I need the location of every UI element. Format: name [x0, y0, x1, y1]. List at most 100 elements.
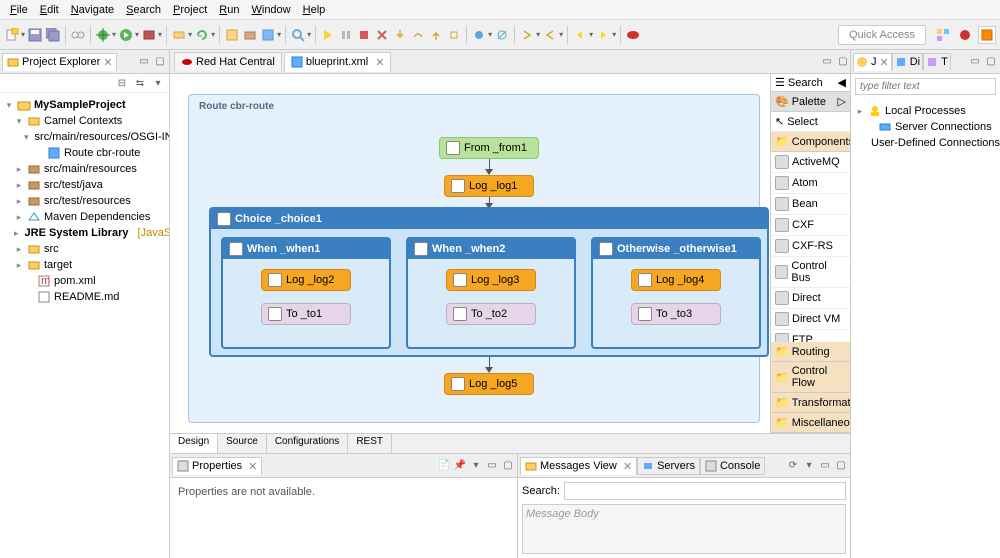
resume-icon[interactable]: [320, 27, 336, 43]
open-type-icon[interactable]: [224, 27, 240, 43]
node-to1[interactable]: To _to1: [261, 303, 351, 325]
menu-search[interactable]: Search: [120, 2, 167, 18]
palette-header[interactable]: 🎨Palette▷: [771, 92, 850, 112]
new-icon[interactable]: [4, 27, 20, 43]
pin-icon[interactable]: 📌: [453, 459, 467, 473]
tab-redhat-central[interactable]: Red Hat Central: [174, 52, 282, 71]
menu-project[interactable]: Project: [167, 2, 213, 18]
disconnect-icon[interactable]: [374, 27, 390, 43]
menu-window[interactable]: Window: [245, 2, 296, 18]
tree-folder[interactable]: ▸src/test/resources: [4, 193, 165, 209]
palette-item[interactable]: Control Bus: [771, 257, 850, 288]
debug-icon[interactable]: [95, 27, 111, 43]
tree-readme[interactable]: README.md: [4, 289, 165, 305]
palette-item[interactable]: CXF: [771, 215, 850, 236]
persp-fuse-icon[interactable]: [978, 26, 996, 44]
tree-camel-contexts[interactable]: ▾Camel Contexts: [4, 113, 165, 129]
close-icon[interactable]: ✕: [375, 56, 384, 69]
save-icon[interactable]: [27, 27, 43, 43]
node-when2[interactable]: When _when2 Log _log3 To _to2: [406, 237, 576, 349]
nav-next-icon[interactable]: [519, 27, 535, 43]
palette-item[interactable]: Bean: [771, 194, 850, 215]
view-menu-icon[interactable]: ▾: [802, 459, 816, 473]
messages-tab[interactable]: Messages View✕: [520, 457, 637, 475]
view-menu-icon[interactable]: ▾: [151, 76, 165, 90]
node-when1[interactable]: When _when1 Log _log2 To _to1: [221, 237, 391, 349]
palette-item[interactable]: Direct VM: [771, 309, 850, 330]
tree-route[interactable]: Route cbr-route: [4, 145, 165, 161]
drop-frame-icon[interactable]: [446, 27, 462, 43]
stop-icon[interactable]: [356, 27, 372, 43]
collapse-all-icon[interactable]: ⊟: [115, 76, 129, 90]
node-from[interactable]: From _from1: [439, 137, 539, 159]
tab-rest[interactable]: REST: [348, 434, 392, 453]
palette-misc-hdr[interactable]: 📁Miscellaneous: [771, 413, 850, 433]
link-icon[interactable]: [70, 27, 86, 43]
palette-routing-hdr[interactable]: 📁Routing: [771, 342, 850, 362]
open-perspective-icon[interactable]: [934, 26, 952, 44]
back-icon[interactable]: [572, 27, 588, 43]
route-canvas[interactable]: Route cbr-route From _from1 Log _log1 Ch…: [170, 74, 770, 433]
palette-select[interactable]: ↖Select: [771, 112, 850, 132]
tree-project[interactable]: ▾MySampleProject: [4, 97, 165, 113]
close-icon[interactable]: ✕: [103, 56, 112, 69]
tab-config[interactable]: Configurations: [267, 434, 348, 453]
menu-file[interactable]: File: [4, 2, 34, 18]
properties-tab[interactable]: Properties✕: [172, 457, 262, 475]
minimize-icon[interactable]: ▭: [137, 55, 151, 69]
tree-src[interactable]: ▸src: [4, 241, 165, 257]
node-otherwise[interactable]: Otherwise _otherwise1 Log _log4 To _to3: [591, 237, 761, 349]
save-all-icon[interactable]: [45, 27, 61, 43]
menu-run[interactable]: Run: [213, 2, 245, 18]
refresh-icon[interactable]: ⟳: [786, 459, 800, 473]
node-log3[interactable]: Log _log3: [446, 269, 536, 291]
fwd-icon[interactable]: [595, 27, 611, 43]
tab-design[interactable]: Design: [170, 434, 218, 453]
tree-target[interactable]: ▸target: [4, 257, 165, 273]
open-task-icon[interactable]: [260, 27, 276, 43]
project-explorer-tab[interactable]: Project Explorer ✕: [2, 53, 117, 71]
tab-source[interactable]: Source: [218, 434, 267, 453]
minimize-icon[interactable]: ▭: [820, 55, 834, 69]
palette-components-hdr[interactable]: 📁Components: [771, 132, 850, 152]
palette-transformation-hdr[interactable]: 📁Transformation: [771, 393, 850, 413]
node-log5[interactable]: Log _log5: [444, 373, 534, 395]
new-server-icon[interactable]: [171, 27, 187, 43]
filter-input[interactable]: [855, 78, 996, 95]
persp-other-icon[interactable]: [956, 26, 974, 44]
messages-search-input[interactable]: [564, 482, 846, 500]
run-icon[interactable]: [118, 27, 134, 43]
tree-maven-deps[interactable]: ▸Maven Dependencies: [4, 209, 165, 225]
maximize-icon[interactable]: ▢: [834, 459, 848, 473]
step-return-icon[interactable]: [428, 27, 444, 43]
minimize-icon[interactable]: ▭: [485, 459, 499, 473]
palette-item[interactable]: CXF-RS: [771, 236, 850, 257]
tree-osgi[interactable]: ▾src/main/resources/OSGI-INF: [4, 129, 165, 145]
node-choice[interactable]: Choice _choice1 When _when1 Log _log2 To…: [209, 207, 769, 357]
search-tool-icon[interactable]: [290, 27, 306, 43]
run-ext-icon[interactable]: [141, 27, 157, 43]
node-to2[interactable]: To _to2: [446, 303, 536, 325]
palette-controlflow-hdr[interactable]: 📁Control Flow: [771, 362, 850, 393]
maximize-icon[interactable]: ▢: [984, 55, 998, 69]
tree-user-conn[interactable]: User-Defined Connections: [855, 135, 996, 151]
skip-bp-icon[interactable]: [494, 27, 510, 43]
tree-server-conn[interactable]: Server Connections: [855, 119, 996, 135]
menu-navigate[interactable]: Navigate: [65, 2, 120, 18]
maximize-icon[interactable]: ▢: [836, 55, 850, 69]
palette-item[interactable]: Direct: [771, 288, 850, 309]
refresh-icon[interactable]: [194, 27, 210, 43]
diagram-tab[interactable]: Di: [892, 53, 923, 70]
console-tab[interactable]: Console: [700, 457, 765, 475]
suspend-icon[interactable]: [338, 27, 354, 43]
open-pkg-icon[interactable]: [242, 27, 258, 43]
node-log1[interactable]: Log _log1: [444, 175, 534, 197]
node-log2[interactable]: Log _log2: [261, 269, 351, 291]
quick-access[interactable]: Quick Access: [838, 25, 926, 45]
menu-help[interactable]: Help: [297, 2, 332, 18]
link-editor-icon[interactable]: ⇆: [133, 76, 147, 90]
palette-item[interactable]: FTP: [771, 330, 850, 342]
tab-blueprint[interactable]: blueprint.xml✕: [284, 52, 392, 72]
menu-edit[interactable]: Edit: [34, 2, 65, 18]
tree-jre[interactable]: ▸JRE System Library [JavaSE-1.8]: [4, 225, 165, 241]
